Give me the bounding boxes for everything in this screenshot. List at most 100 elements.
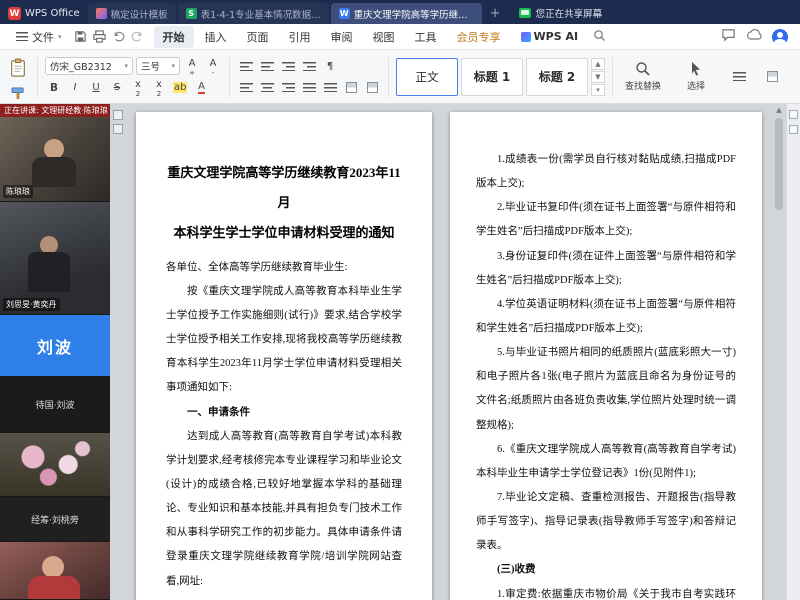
doc-link-text[interactable]: https://jj.cqwu.edu.cn/article_323503.ht… <box>166 594 402 600</box>
screen-share-indicator[interactable]: 您正在共享屏幕 <box>519 6 603 20</box>
format-painter-button[interactable] <box>11 87 26 103</box>
ribbon-tab-view[interactable]: 视图 <box>364 26 404 48</box>
participant-video-tile[interactable]: 陈琅琅 <box>0 117 110 202</box>
doc-paragraph[interactable]: 6.《重庆文理学院成人高等教育(高等教育自学考试)本科毕业生申请学士学位登记表》… <box>476 438 736 486</box>
bullet-list-icon[interactable] <box>237 58 255 75</box>
properties-pane-icon[interactable] <box>789 125 798 134</box>
chevron-down-icon: ▾ <box>171 62 175 70</box>
document-title-line-1[interactable]: 重庆文理学院高等学历继续教育2023年11月 <box>166 158 402 218</box>
ribbon-tab-wps-ai[interactable]: WPS AI <box>512 27 588 46</box>
document-page-2[interactable]: 1.成绩表一份(需学员自行核对黏贴成绩,扫描成PDF版本上交); 2.毕业证书复… <box>450 112 762 600</box>
style-normal[interactable]: 正文 <box>396 58 458 96</box>
scrollbar-thumb[interactable] <box>775 118 783 210</box>
doc-paragraph[interactable]: 2.毕业证书复印件(须在证书上面签署“与原件相符和学生姓名”后扫描成PDF版本上… <box>476 196 736 244</box>
divider <box>612 57 613 97</box>
doc-paragraph[interactable]: 4.学位英语证明材料(须在证书上面签署“与原件相符和学生姓名”后扫描成PDF版本… <box>476 293 736 341</box>
increase-indent-icon[interactable] <box>300 58 318 75</box>
participant-name-card[interactable]: 刘波 <box>0 315 110 377</box>
task-pane-icon[interactable] <box>789 110 798 119</box>
subscript-icon[interactable]: x2 <box>150 79 168 96</box>
doc-heading[interactable]: (三)收费 <box>476 558 736 582</box>
comment-bubble-icon[interactable] <box>721 28 736 45</box>
show-marks-icon[interactable]: ¶ <box>321 58 339 75</box>
file-menu-button[interactable]: 文件 ▾ <box>8 26 70 48</box>
decrease-font-icon[interactable]: A- <box>204 58 222 75</box>
select-button[interactable]: 选择 <box>673 61 719 92</box>
workspace: 正在讲课: 文理研经教·陈琅琅 陈琅琅 刘思旻·黄奕丹 刘波 待国·刘波 经筹·… <box>0 104 800 600</box>
numbered-list-icon[interactable] <box>258 58 276 75</box>
font-color-icon[interactable]: A <box>192 79 210 96</box>
document-title-line-2[interactable]: 本科学生学士学位申请材料受理的通知 <box>166 218 402 248</box>
doc-tab-label: 稿定设计模板 <box>111 7 168 21</box>
doc-tab-current-document[interactable]: W 重庆文理学院高等学历继续教... <box>331 3 482 24</box>
styles-scroll-down-icon[interactable]: ▼ <box>591 71 605 83</box>
document-page-1[interactable]: 重庆文理学院高等学历继续教育2023年11月 本科学生学士学位申请材料受理的通知… <box>136 112 432 600</box>
doc-paragraph[interactable]: 1.审定费:依据重庆市物价局《关于我市自考实践环节考核(考试)费收费标准有关问题… <box>476 583 736 600</box>
highlight-color-icon[interactable]: ab <box>171 79 189 96</box>
strikethrough-icon[interactable]: S <box>108 79 126 96</box>
shading-icon[interactable] <box>342 79 360 96</box>
participant-video-tile[interactable]: 刘思旻·黄奕丹 <box>0 202 110 315</box>
document-canvas[interactable]: 重庆文理学院高等学历继续教育2023年11月 本科学生学士学位申请材料受理的通知… <box>110 104 800 600</box>
doc-heading[interactable]: 一、申请条件 <box>166 401 402 425</box>
doc-tab-spreadsheet[interactable]: S 表1-4-1专业基本情况数据.xlsx <box>178 3 329 24</box>
line-spacing-icon[interactable] <box>321 79 339 96</box>
font-name-select[interactable]: 仿宋_GB2312 ▾ <box>45 57 133 75</box>
new-tab-button[interactable]: + <box>484 6 509 24</box>
doc-paragraph[interactable]: 3.身份证复印件(须在证件上面签署“与原件相符和学生姓名”后扫描成PDF版本上交… <box>476 245 736 293</box>
styles-more-icon[interactable]: ▾ <box>591 84 605 96</box>
save-icon[interactable] <box>74 30 87 43</box>
doc-paragraph[interactable]: 各单位、全体高等学历继续教育毕业生: <box>166 256 402 280</box>
vertical-scrollbar[interactable]: ▲ <box>774 104 784 600</box>
nav-pane-toggle-icon[interactable] <box>113 110 123 120</box>
doc-paragraph[interactable]: 按《重庆文理学院成人高等教育本科毕业生学士学位授予工作实施细则(试行)》要求,结… <box>166 280 402 401</box>
ribbon-tab-tools[interactable]: 工具 <box>406 26 446 48</box>
undo-icon[interactable] <box>112 30 125 43</box>
doc-paragraph[interactable]: 1.成绩表一份(需学员自行核对黏贴成绩,扫描成PDF版本上交); <box>476 148 736 196</box>
bold-icon[interactable]: B <box>45 79 63 96</box>
participant-audio-tile[interactable]: 待国·刘波 <box>0 377 110 433</box>
find-replace-button[interactable]: 查找替换 <box>620 61 666 92</box>
ribbon-tab-home[interactable]: 开始 <box>154 26 194 48</box>
italic-icon[interactable]: I <box>66 79 84 96</box>
batch-tool-icon[interactable] <box>759 62 785 92</box>
cloud-sync-icon[interactable] <box>746 29 762 44</box>
superscript-icon[interactable]: x2 <box>129 79 147 96</box>
document-title[interactable]: 重庆文理学院高等学历继续教育2023年11月 本科学生学士学位申请材料受理的通知 <box>166 158 402 248</box>
increase-font-icon[interactable]: A+ <box>183 58 201 75</box>
style-heading-2[interactable]: 标题 2 <box>526 58 588 96</box>
user-avatar[interactable] <box>772 29 788 45</box>
paragraph-group: ¶ <box>237 58 381 96</box>
decrease-indent-icon[interactable] <box>279 58 297 75</box>
font-size-select[interactable]: 三号 ▾ <box>136 57 180 75</box>
doc-paragraph[interactable]: 5.与毕业证书照片相同的纸质照片(蓝底彩照大一寸)和电子照片各1张(电子照片为蓝… <box>476 341 736 438</box>
ribbon-search-icon[interactable] <box>593 29 606 45</box>
participant-audio-tile[interactable]: 经筹·刘桃旁 <box>0 497 110 542</box>
ribbon-tab-page[interactable]: 页面 <box>238 26 278 48</box>
outline-toggle-icon[interactable] <box>113 124 123 134</box>
ribbon-tab-insert[interactable]: 插入 <box>196 26 236 48</box>
doc-paragraph[interactable]: 7.毕业论文定稿、查重检测报告、开题报告(指导教师手写签字)、指导记录表(指导教… <box>476 486 736 558</box>
doc-tab-template[interactable]: 稿定设计模板 <box>88 3 176 24</box>
underline-icon[interactable]: U <box>87 79 105 96</box>
screen-share-icon <box>519 8 531 18</box>
align-left-icon[interactable] <box>237 79 255 96</box>
ribbon-tab-membership[interactable]: 会员专享 <box>448 26 510 48</box>
align-right-icon[interactable] <box>279 79 297 96</box>
paste-button[interactable] <box>6 51 30 85</box>
ribbon-tab-reference[interactable]: 引用 <box>280 26 320 48</box>
redo-icon[interactable] <box>131 30 144 43</box>
scroll-up-arrow-icon[interactable]: ▲ <box>774 104 784 116</box>
text-layout-tool-icon[interactable] <box>726 62 752 92</box>
participant-video-tile-flowers[interactable] <box>0 433 110 497</box>
align-center-icon[interactable] <box>258 79 276 96</box>
print-icon[interactable] <box>93 30 106 43</box>
ribbon-tab-review[interactable]: 审阅 <box>322 26 362 48</box>
wps-home-button[interactable]: W WPS Office <box>6 7 88 24</box>
styles-scroll-up-icon[interactable]: ▲ <box>591 58 605 70</box>
justify-icon[interactable] <box>300 79 318 96</box>
style-heading-1[interactable]: 标题 1 <box>461 58 523 96</box>
participant-video-tile[interactable] <box>0 542 110 600</box>
doc-paragraph[interactable]: 达到成人高等教育(高等教育自学考试)本科教学计划要求,经考核修完本专业课程学习和… <box>166 425 402 594</box>
borders-icon[interactable] <box>363 79 381 96</box>
